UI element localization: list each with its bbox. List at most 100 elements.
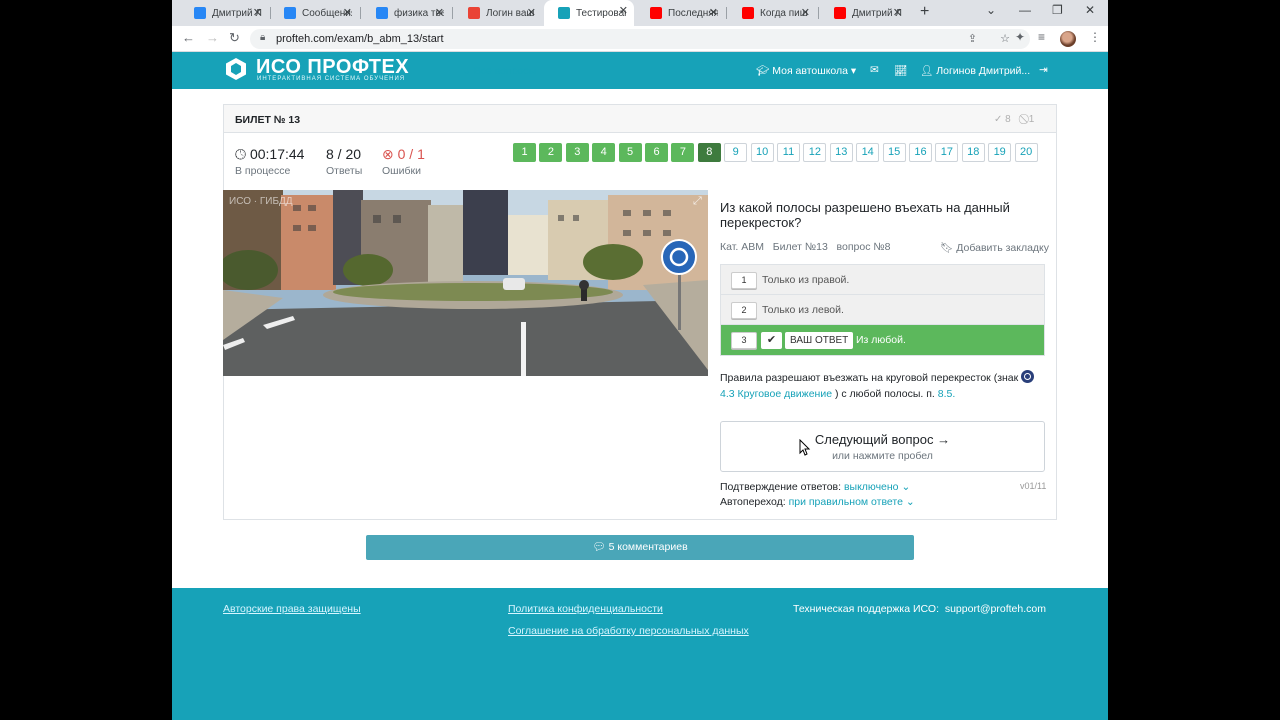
share-icon[interactable]: ⇪ ☆ — [968, 32, 1020, 45]
nav-my-school[interactable]: 🎓︎ Моя автошкола ▾ — [756, 64, 856, 77]
comments-button[interactable]: 💬︎ 5 комментариев — [366, 535, 914, 560]
close-window-button[interactable]: ✕ — [1085, 3, 1095, 17]
reload-icon[interactable]: ↻ — [229, 30, 240, 46]
close-tab-icon[interactable]: ✕ — [253, 6, 262, 19]
question-number-button[interactable]: 9 — [724, 143, 748, 162]
close-tab-icon[interactable]: ✕ — [893, 6, 902, 19]
question-number-button[interactable]: 1 — [513, 143, 536, 162]
question-number-button[interactable]: 6 — [645, 143, 668, 162]
answer-option-3[interactable]: 3 ✔ ВАШ ОТВЕТ Из любой. — [721, 325, 1044, 355]
restore-button[interactable]: ❐ — [1052, 3, 1063, 17]
question-number-button[interactable]: 5 — [618, 143, 642, 162]
question-number-button[interactable]: 20 — [1014, 143, 1038, 162]
logout-icon[interactable]: ⇥ — [1039, 64, 1048, 76]
browser-tab[interactable]: физика тве ✕ — [362, 2, 450, 24]
auto-label: Автопереход: — [720, 496, 786, 508]
question-number-button[interactable]: 14 — [856, 143, 880, 162]
answer-number: 1 — [731, 272, 757, 289]
back-icon[interactable]: ← — [182, 30, 195, 45]
minimize-button[interactable]: — — [1019, 3, 1031, 17]
question-number-button[interactable]: 11 — [777, 143, 800, 162]
close-tab-icon[interactable]: ✕ — [801, 6, 810, 19]
expand-icon[interactable]: ⤢ — [693, 194, 702, 207]
close-tab-icon[interactable]: ✕ — [709, 6, 718, 19]
browser-tab[interactable]: Сообщения ✕ — [270, 2, 358, 24]
close-tab-icon[interactable]: ✕ — [435, 6, 444, 19]
intersection-photo: ИСО · ГИБДД ⤢ — [223, 190, 708, 376]
question-number-button[interactable]: 10 — [750, 143, 774, 162]
next-question-button[interactable]: Следующий вопрос → или нажмите пробел — [720, 421, 1045, 472]
auto-dropdown[interactable]: при правильном ответе ⌄ — [789, 496, 915, 508]
question-number-button[interactable]: 12 — [803, 143, 827, 162]
sign-link[interactable]: 4.3 Круговое движение — [720, 388, 832, 400]
yt-favicon-icon — [834, 7, 846, 19]
browser-tab[interactable]: Дмитрий Л ✕ — [820, 2, 908, 24]
support-label: Техническая поддержка ИСО: — [793, 603, 939, 615]
vk-favicon-icon — [376, 7, 388, 19]
question-photo[interactable]: ИСО · ГИБДД ⤢ — [223, 190, 708, 376]
question-number-button[interactable]: 15 — [882, 143, 906, 162]
header-error-count: ⃠ 1 — [1026, 114, 1035, 125]
question-number-button[interactable]: 17 — [935, 143, 959, 162]
roundabout-sign-icon — [1021, 370, 1035, 383]
header-correct-value: 8 — [1005, 114, 1011, 125]
answer-option-1[interactable]: 1 Только из правой. — [721, 265, 1044, 295]
agreement-link[interactable]: Соглашение на обработку персональных дан… — [508, 625, 749, 637]
new-tab-button[interactable]: + — [920, 3, 929, 21]
tab-search-icon[interactable]: ⌄ — [986, 3, 996, 17]
rule-link[interactable]: 8.5. — [938, 388, 956, 400]
comments-icon: 💬︎ — [592, 541, 606, 553]
confirm-dropdown[interactable]: выключено ⌄ — [844, 481, 910, 493]
question-number-button[interactable]: 16 — [909, 143, 932, 162]
answers-label: Ответы — [326, 165, 363, 177]
question-number: вопрос №8 — [836, 241, 891, 253]
confirm-value: выключено — [843, 481, 899, 493]
privacy-link[interactable]: Политика конфиденциальности — [508, 603, 663, 615]
timer: 🕓︎ 00:17:44 — [235, 146, 304, 163]
browser-tab[interactable]: Последняя ✕ — [636, 2, 724, 24]
nav-user[interactable]: 👤︎ Логинов Дмитрий... — [920, 64, 1030, 77]
clock-icon: 🕓︎ — [235, 146, 247, 162]
browser-tab[interactable]: Тестирован ✕ — [544, 0, 634, 26]
forward-icon[interactable]: → — [206, 30, 219, 45]
errors-label: Ошибки — [382, 165, 421, 177]
question-number-button[interactable]: 18 — [961, 143, 985, 162]
question-number-button[interactable]: 19 — [988, 143, 1012, 162]
confirm-setting: Подтверждение ответов: выключено ⌄ — [720, 481, 910, 493]
close-tab-icon[interactable]: ✕ — [343, 6, 352, 19]
explanation-text: Правила разрешают въезжать на круговой п… — [720, 372, 1019, 384]
address-bar[interactable]: 🔒︎ profteh.com/exam/b_abm_13/start ⇪ ☆ — [250, 29, 1030, 49]
close-tab-icon[interactable]: ✕ — [527, 6, 536, 19]
mail-icon[interactable]: ✉ — [870, 64, 879, 76]
support-info: Техническая поддержка ИСО: support@proft… — [793, 603, 1046, 615]
reading-list-icon[interactable]: ≡ — [1038, 30, 1045, 44]
profile-avatar[interactable] — [1060, 31, 1076, 47]
question-number-button[interactable]: 4 — [592, 143, 616, 162]
close-tab-icon[interactable]: ✕ — [619, 4, 628, 17]
question-number-button[interactable]: 2 — [539, 143, 563, 162]
menu-icon[interactable]: ⋮ — [1089, 30, 1101, 44]
explanation: Правила разрешают въезжать на круговой п… — [720, 370, 1050, 402]
browser-tab[interactable]: Логин ваш ✕ — [454, 2, 542, 24]
answer-option-2[interactable]: 2 Только из левой. — [721, 295, 1044, 325]
question-number-button[interactable]: 8 — [697, 143, 721, 162]
url-text: profteh.com/exam/b_abm_13/start — [276, 33, 444, 45]
add-bookmark-button[interactable]: 🔖︎ Добавить закладку — [940, 241, 1049, 254]
next-question-label: Следующий вопрос → — [814, 432, 951, 447]
copyright-link[interactable]: Авторские права защищены — [223, 603, 361, 615]
logo-icon[interactable] — [224, 57, 248, 81]
question-number-button[interactable]: 7 — [671, 143, 695, 162]
question-number-button[interactable]: 3 — [565, 143, 589, 162]
browser-tab[interactable]: Когда пиш ✕ — [728, 2, 816, 24]
all-questions-link[interactable]: ⌄ Все вопросы — [462, 65, 536, 77]
question-number-button[interactable]: 13 — [829, 143, 853, 162]
support-email[interactable]: support@profteh.com — [945, 603, 1046, 615]
question-text: Из какой полосы разрешено въехать на дан… — [720, 200, 1010, 230]
comments-label: 5 комментариев — [608, 541, 688, 553]
browser-tab[interactable]: Дмитрий Л ✕ — [180, 2, 268, 24]
explanation-text-tail: ) с любой полосы. п. — [834, 388, 935, 400]
timer-value: 00:17:44 — [249, 146, 305, 162]
stats-icon[interactable]: 📈︎ — [894, 64, 907, 77]
browser-window: Дмитрий Л ✕ Сообщения ✕ физика тве ✕ Логин ваш… — [172, 0, 1108, 720]
extensions-icon[interactable]: ✦ — [1015, 30, 1025, 44]
